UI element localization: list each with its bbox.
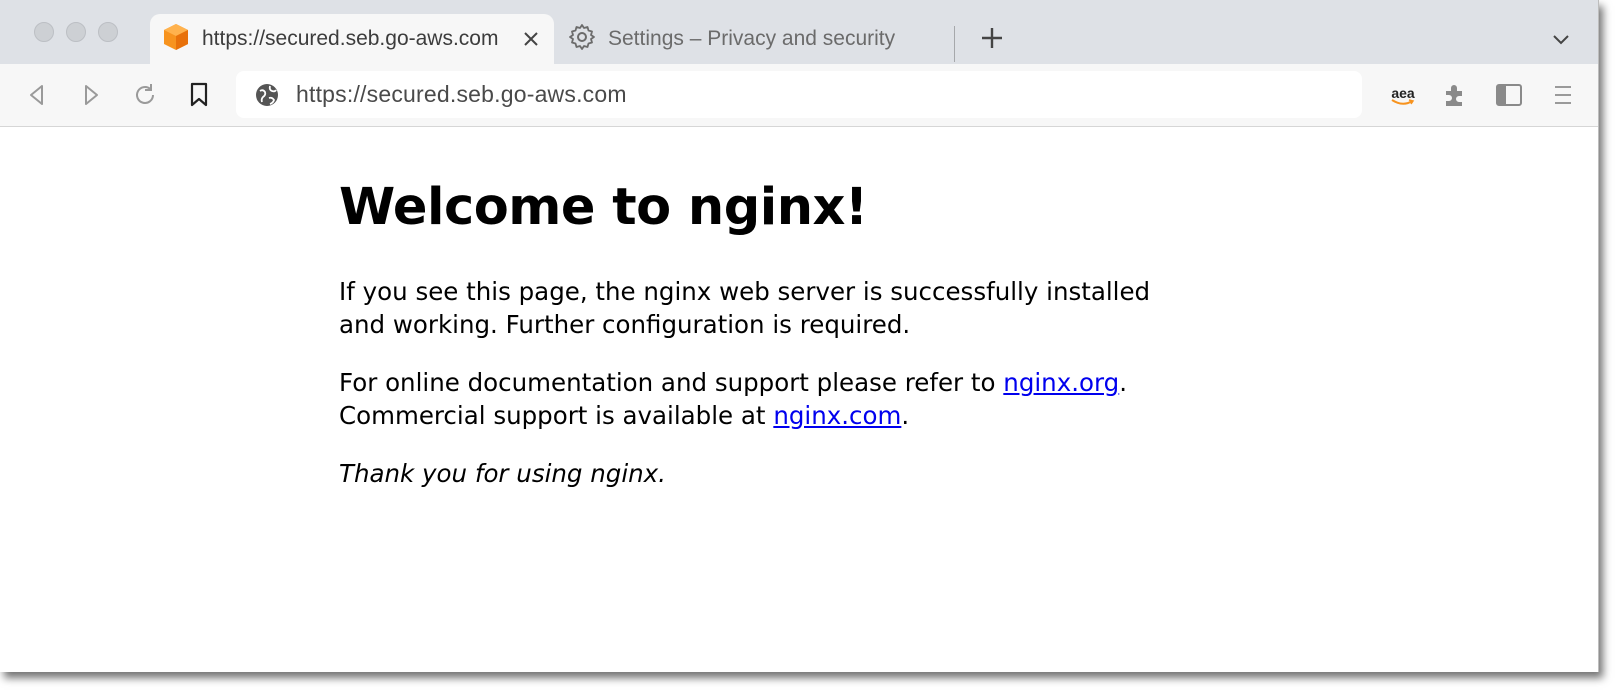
support-paragraph: For online documentation and support ple… xyxy=(339,366,1199,432)
plus-icon xyxy=(982,28,1002,48)
zoom-window-button[interactable] xyxy=(98,22,118,42)
reload-icon xyxy=(136,84,154,104)
forward-arrow-icon xyxy=(85,85,98,105)
reload-button[interactable] xyxy=(130,80,160,110)
extensions-button[interactable] xyxy=(1440,80,1470,110)
close-tab-icon[interactable] xyxy=(518,26,544,52)
tab-active[interactable]: https://secured.seb.go-aws.com xyxy=(150,14,554,64)
thanks-paragraph: Thank you for using nginx. xyxy=(339,457,1199,490)
minimize-window-button[interactable] xyxy=(66,22,86,42)
address-bar[interactable]: https://secured.seb.go-aws.com xyxy=(236,71,1362,118)
extension-label: aea xyxy=(1391,84,1415,101)
menu-icon xyxy=(1555,86,1571,104)
back-arrow-icon xyxy=(30,85,43,105)
tab-strip: https://secured.seb.go-aws.com Settings … xyxy=(0,0,1598,64)
close-window-button[interactable] xyxy=(34,22,54,42)
toolbar: https://secured.seb.go-aws.com aea xyxy=(0,64,1598,127)
puzzle-icon xyxy=(1446,85,1462,106)
nginx-org-link[interactable]: nginx.org xyxy=(1003,368,1119,397)
tab-title: https://secured.seb.go-aws.com xyxy=(202,27,499,50)
browser-window: https://secured.seb.go-aws.com Settings … xyxy=(0,0,1599,672)
back-button[interactable] xyxy=(22,80,52,110)
globe-icon[interactable] xyxy=(254,82,280,108)
support-text: For online documentation and support ple… xyxy=(339,368,1004,397)
chevron-down-icon xyxy=(1553,35,1569,45)
new-tab-button[interactable] xyxy=(978,24,1006,52)
commercial-text: Commercial support is available at xyxy=(339,401,774,430)
intro-paragraph: If you see this page, the nginx web serv… xyxy=(339,277,1151,339)
tab-settings[interactable]: Settings – Privacy and security xyxy=(560,14,954,64)
bookmark-icon xyxy=(190,82,208,107)
thanks-text: Thank you for using nginx. xyxy=(339,459,666,488)
menu-button[interactable] xyxy=(1548,80,1578,110)
nginx-com-link[interactable]: nginx.com xyxy=(773,401,901,430)
tab-divider xyxy=(954,26,955,62)
page-heading: Welcome to nginx! xyxy=(339,178,868,237)
page-content: Welcome to nginx! If you see this page, … xyxy=(339,178,1199,515)
tab-title: Settings – Privacy and security xyxy=(608,27,896,50)
gear-icon xyxy=(568,23,596,56)
tab-list-button[interactable] xyxy=(1550,28,1572,50)
support-period: . xyxy=(1119,368,1127,397)
url-text: https://secured.seb.go-aws.com xyxy=(296,81,627,107)
sidebar-icon xyxy=(1496,84,1522,106)
forward-button[interactable] xyxy=(76,80,106,110)
orange-cube-favicon-icon xyxy=(162,22,190,57)
bookmark-button[interactable] xyxy=(184,80,214,110)
window-controls xyxy=(34,22,118,42)
amazon-extension-button[interactable]: aea xyxy=(1386,80,1420,110)
sidebar-toggle-button[interactable] xyxy=(1494,80,1524,110)
commercial-period: . xyxy=(901,401,910,430)
